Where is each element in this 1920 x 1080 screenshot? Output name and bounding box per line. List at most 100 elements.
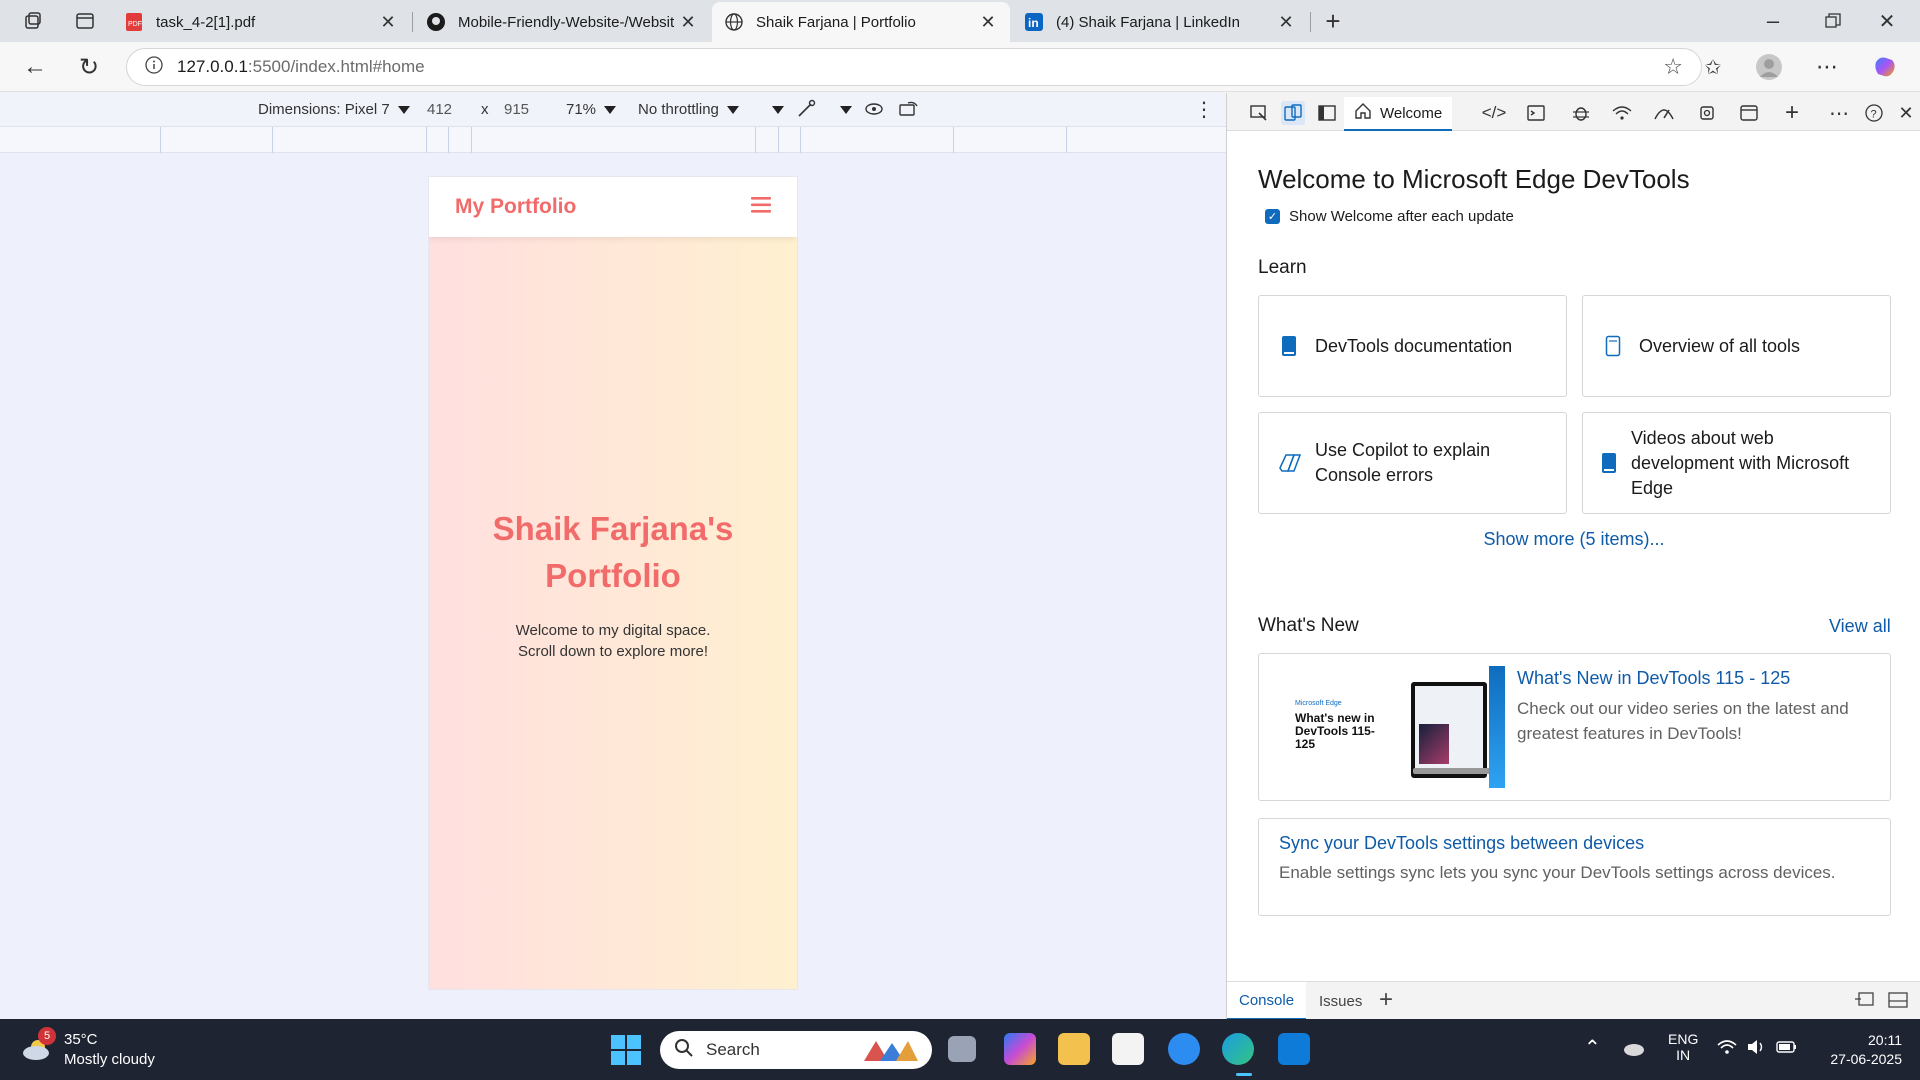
weather-badge: 5 (38, 1027, 56, 1045)
close-devtools-icon[interactable]: ✕ (1894, 101, 1918, 125)
help-icon[interactable]: ? (1862, 101, 1886, 125)
battery-icon[interactable] (1776, 1037, 1798, 1062)
news2-description: Enable settings sync lets you sync your … (1279, 863, 1836, 882)
language-indicator[interactable]: ENG IN (1668, 1031, 1698, 1063)
tray-chevron-icon[interactable]: ⌃ (1584, 1035, 1601, 1060)
profile-avatar[interactable] (1752, 50, 1786, 84)
pdf-icon: PDF (124, 12, 144, 32)
site-logo[interactable]: My Portfolio (455, 195, 576, 219)
address-input[interactable]: 127.0.0.1:5500/index.html#home ☆ (126, 48, 1702, 86)
windows-start-icon[interactable] (611, 1035, 641, 1070)
card-devtools-documentation[interactable]: DevTools documentation (1258, 295, 1567, 397)
device-more-icon[interactable]: ⋮ (1194, 97, 1214, 122)
clock[interactable]: 20:11 27-06-2025 (1818, 1031, 1902, 1069)
help-app-icon[interactable] (1168, 1033, 1200, 1065)
wifi-icon[interactable] (1716, 1037, 1738, 1062)
edge-browser-icon[interactable] (1222, 1033, 1254, 1065)
news1-description: Check out our video series on the latest… (1517, 699, 1849, 743)
favorites-icon[interactable]: ✩ (1696, 50, 1730, 84)
network-wifi-icon[interactable] (1610, 101, 1634, 125)
welcome-content: Welcome to Microsoft Edge DevTools ✓ Sho… (1227, 131, 1920, 981)
browser-tab-github[interactable]: Mobile-Friendly-Website-/Websit ✕ (414, 2, 710, 42)
favorite-star-icon[interactable]: ☆ (1663, 54, 1683, 80)
close-window-icon[interactable]: ✕ (1870, 4, 1904, 38)
site-info-icon[interactable] (145, 55, 163, 79)
weather-temp[interactable]: 35°C (64, 1031, 98, 1048)
vscode-icon[interactable] (1278, 1033, 1310, 1065)
close-tab-icon[interactable]: ✕ (1276, 12, 1296, 33)
drawer-tab-console[interactable]: Console (1227, 982, 1307, 1020)
microsoft-store-icon[interactable] (1112, 1033, 1144, 1065)
throttling-dropdown[interactable]: No throttling (638, 101, 739, 118)
browser-tab-pdf[interactable]: PDF task_4-2[1].pdf ✕ (112, 2, 410, 42)
browser-tab-linkedin[interactable]: in (4) Shaik Farjana | LinkedIn ✕ (1012, 2, 1308, 42)
news-card-sync-settings[interactable]: Sync your DevTools settings between devi… (1258, 818, 1891, 916)
zoom-dropdown[interactable]: 71% (566, 101, 617, 118)
drawer-undock-icon[interactable] (1853, 990, 1875, 1014)
hamburger-menu-icon[interactable] (751, 196, 771, 219)
volume-icon[interactable] (1746, 1037, 1768, 1062)
restore-icon[interactable] (1816, 4, 1850, 38)
url-path: :5500/index.html#home (247, 57, 425, 76)
show-welcome-checkbox[interactable]: ✓ Show Welcome after each update (1265, 208, 1514, 225)
tab-title: Mobile-Friendly-Website-/Websit (458, 13, 675, 31)
hero-subtitle: Welcome to my digital space. Scroll down… (515, 622, 711, 660)
console-tab-icon[interactable] (1524, 101, 1548, 125)
more-options-icon[interactable]: ⋯ (1810, 50, 1844, 84)
sensor-icon[interactable] (796, 99, 816, 123)
close-tab-icon[interactable]: ✕ (978, 12, 998, 33)
browser-tab-portfolio[interactable]: Shaik Farjana | Portfolio ✕ (712, 2, 1010, 42)
show-more-link[interactable]: Show more (5 items)... (1227, 529, 1920, 550)
close-tab-icon[interactable]: ✕ (378, 12, 398, 33)
performance-icon[interactable] (1652, 101, 1676, 125)
inspect-element-icon[interactable] (1247, 101, 1271, 125)
card-videos-web-dev[interactable]: Videos about web development with Micros… (1582, 412, 1891, 514)
memory-icon[interactable] (1695, 101, 1719, 125)
view-all-link[interactable]: View all (1829, 616, 1891, 637)
devtools-toolbar: Welcome </> + ⋯ ? ✕ (1227, 93, 1920, 131)
new-tab-icon[interactable]: + (1316, 4, 1350, 38)
sources-bug-icon[interactable] (1569, 101, 1593, 125)
clock-time: 20:11 (1868, 1032, 1902, 1048)
customize-menu-icon[interactable]: ⋯ (1827, 101, 1851, 125)
options-dropdown-icon[interactable] (840, 101, 852, 118)
vision-icon[interactable] (864, 99, 884, 123)
news-card-whats-new[interactable]: Microsoft Edge What's new in DevTools 11… (1258, 653, 1891, 801)
application-icon[interactable] (1737, 101, 1761, 125)
card-overview-tools[interactable]: Overview of all tools (1582, 295, 1891, 397)
viewport-height-input[interactable]: 915 (504, 101, 529, 118)
task-view-icon[interactable] (948, 1036, 976, 1062)
news2-title[interactable]: Sync your DevTools settings between devi… (1279, 833, 1644, 854)
copilot-icon[interactable] (1868, 50, 1902, 84)
back-icon[interactable]: ← (18, 50, 52, 84)
more-tools-plus-icon[interactable]: + (1780, 99, 1804, 126)
media-query-ruler (0, 127, 1226, 153)
viewport-width-input[interactable]: 412 (427, 101, 452, 118)
onedrive-icon[interactable] (1622, 1039, 1646, 1062)
checkbox-checked-icon[interactable]: ✓ (1265, 209, 1280, 224)
weather-icon[interactable]: 5 (20, 1027, 56, 1065)
more-dropdown-icon[interactable] (772, 101, 784, 118)
taskbar-search-input[interactable]: Search (660, 1031, 932, 1069)
copilot-app-icon[interactable] (1004, 1033, 1036, 1065)
file-explorer-icon[interactable] (1058, 1033, 1090, 1065)
drawer-add-tab-icon[interactable]: + (1379, 986, 1393, 1014)
tab-actions-icon[interactable] (68, 4, 102, 38)
tab-welcome[interactable]: Welcome (1344, 97, 1453, 131)
dock-side-icon[interactable] (1315, 101, 1339, 125)
rotate-icon[interactable] (898, 99, 920, 123)
minimize-icon[interactable]: – (1756, 4, 1790, 38)
close-tab-icon[interactable]: ✕ (678, 12, 698, 33)
news1-title[interactable]: What's New in DevTools 115 - 125 (1517, 668, 1790, 689)
weather-description[interactable]: Mostly cloudy (64, 1051, 155, 1068)
card-copilot-console-errors[interactable]: Use Copilot to explain Console errors (1258, 412, 1567, 514)
drawer-tab-issues[interactable]: Issues (1307, 982, 1374, 1020)
url-host: 127.0.0.1 (177, 57, 248, 76)
refresh-icon[interactable]: ↻ (72, 50, 106, 84)
drawer-dock-icon[interactable] (1887, 990, 1909, 1014)
dimensions-dropdown[interactable]: Dimensions: Pixel 7 (258, 101, 410, 118)
whats-new-heading: What's New (1258, 615, 1359, 636)
workspaces-icon[interactable] (16, 4, 50, 38)
elements-tab-icon[interactable]: </> (1482, 101, 1507, 125)
device-emulation-icon[interactable] (1281, 101, 1305, 125)
